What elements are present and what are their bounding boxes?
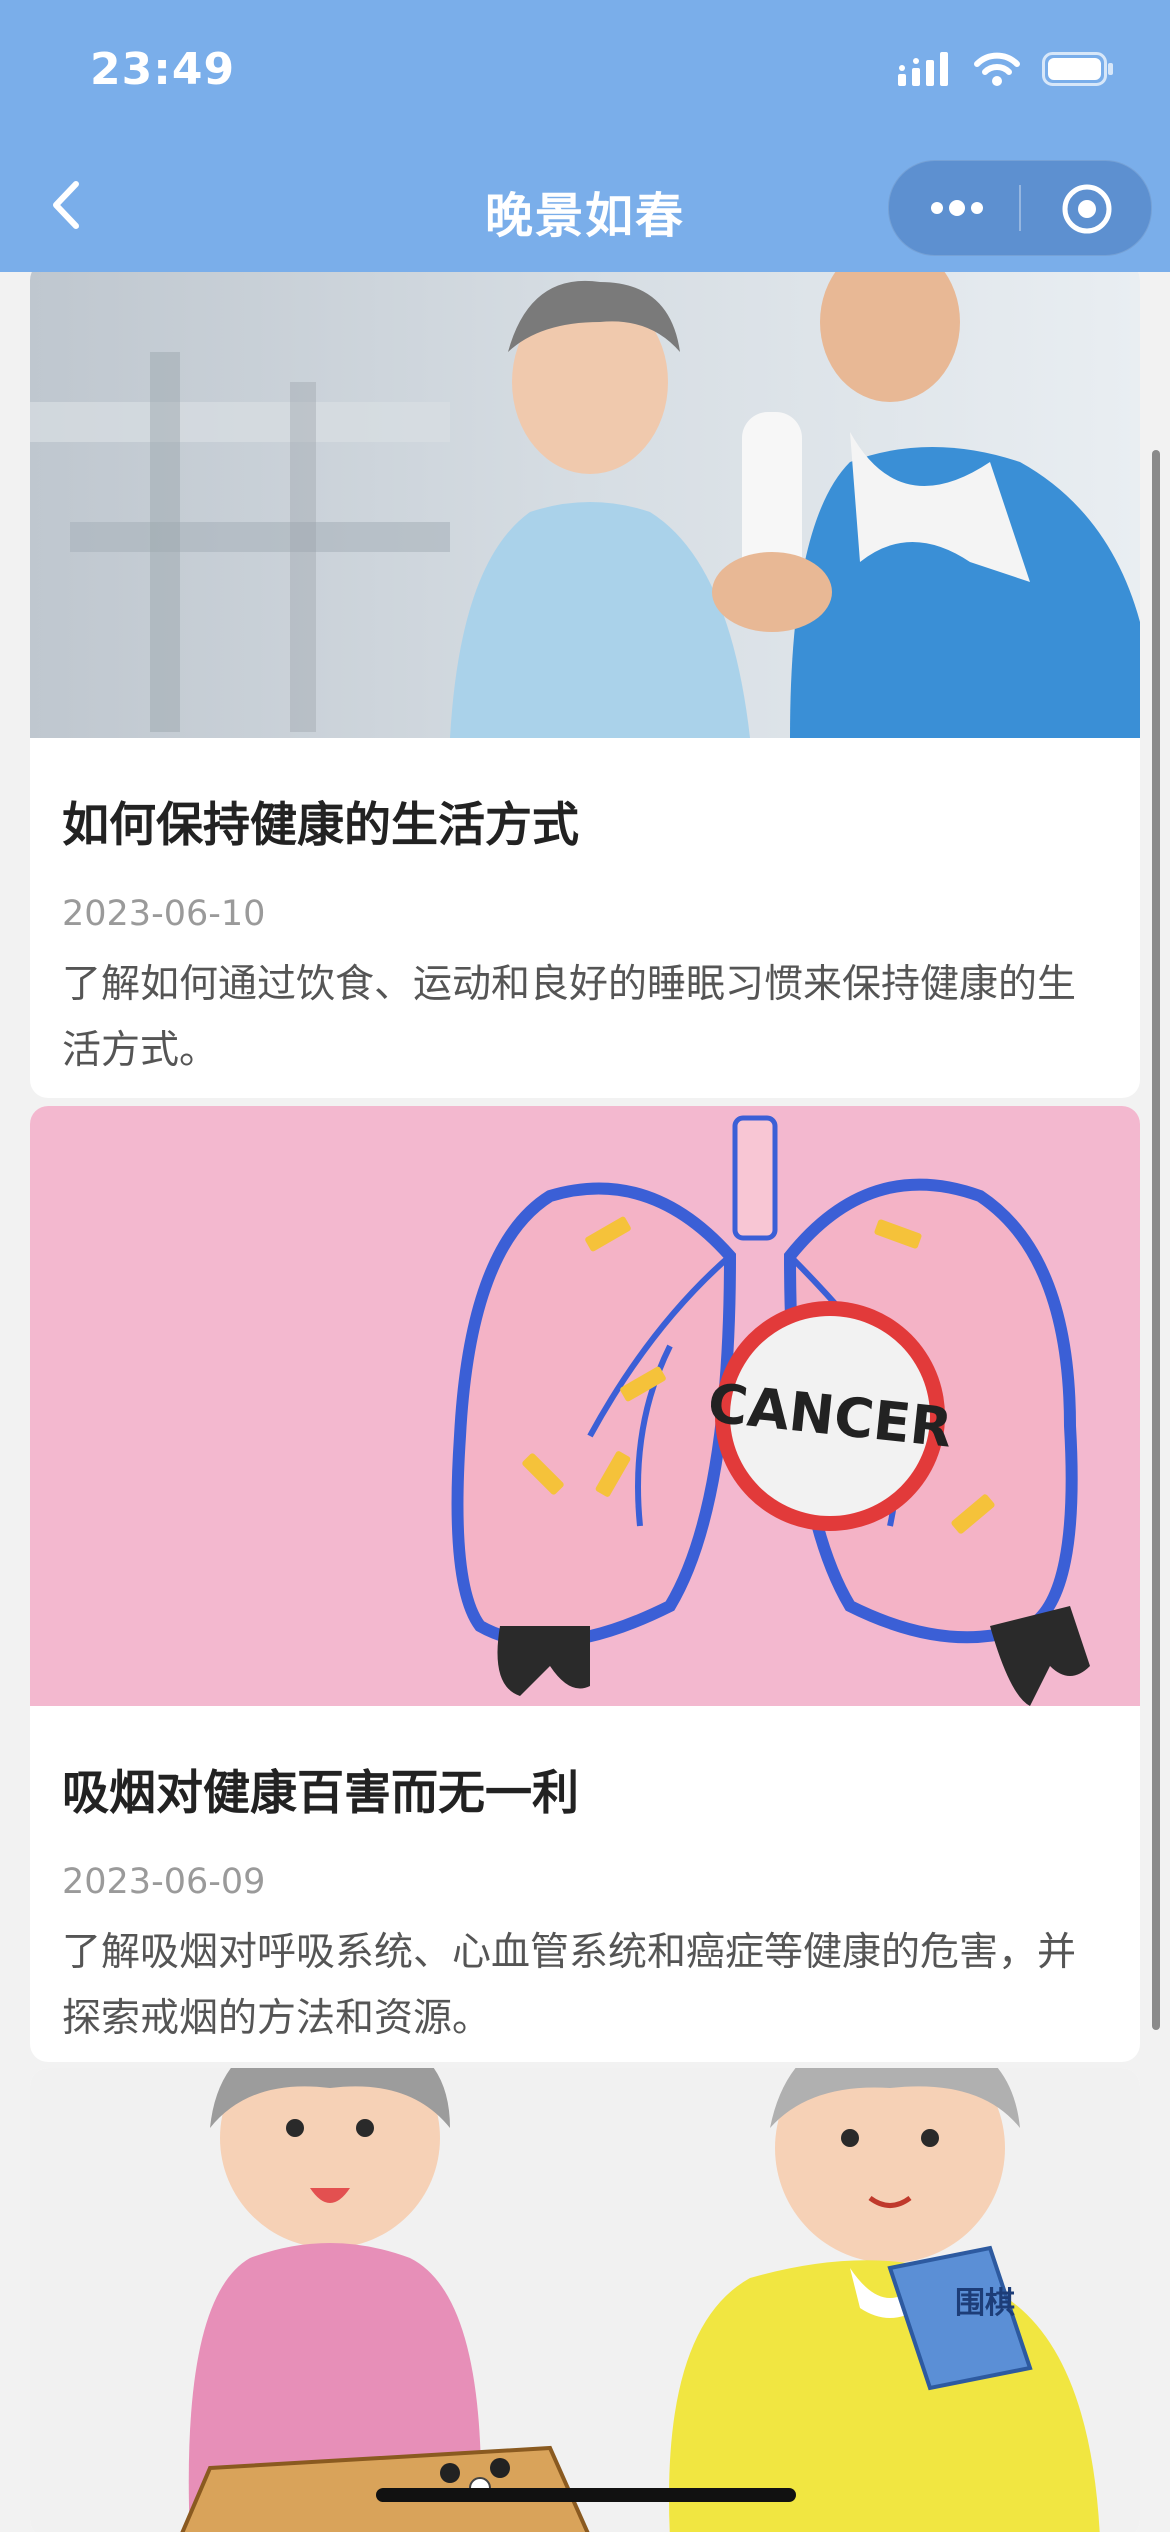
more-dots-icon[interactable] [927, 191, 987, 225]
top-bar: 23:49 晚景如春 [0, 0, 1170, 272]
home-indicator[interactable] [376, 2488, 796, 2502]
elderly-playing-go-image: 围棋 [30, 2068, 1140, 2532]
battery-icon [1042, 52, 1113, 86]
article-card[interactable]: 如何保持健康的生活方式 2023-06-10 了解如何通过饮食、运动和良好的睡眠… [30, 272, 1140, 1098]
article-card[interactable]: CANCER 吸烟对健康百害而无一利 2023-06-09 了解吸烟对呼吸系统、… [30, 1106, 1140, 2062]
article-title[interactable]: 如何保持健康的生活方式 [62, 786, 579, 855]
article-summary: 了解吸烟对呼吸系统、心血管系统和癌症等健康的危害，并探索戒烟的方法和资源。 [62, 1930, 1077, 2041]
target-close-icon[interactable] [1059, 181, 1115, 237]
article-date: 2023-06-10 [62, 894, 266, 934]
lungs-cancer-image: CANCER [30, 1106, 1140, 1706]
status-time: 23:49 [90, 44, 236, 95]
book-label: 围棋 [955, 2286, 1015, 2321]
wifi-icon [974, 52, 1020, 86]
capsule-divider [1019, 185, 1021, 231]
article-feed: 如何保持健康的生活方式 2023-06-10 了解如何通过饮食、运动和良好的睡眠… [0, 272, 1170, 2532]
status-icons [898, 52, 1114, 86]
article-summary: 了解如何通过饮食、运动和良好的睡眠习惯来保持健康的生活方式。 [62, 962, 1077, 1073]
scrollbar[interactable] [1152, 450, 1160, 2030]
mini-program-capsule [888, 160, 1152, 256]
article-title[interactable]: 吸烟对健康百害而无一利 [62, 1754, 579, 1823]
article-card[interactable]: 围棋 [30, 2068, 1140, 2532]
article-date: 2023-06-09 [62, 1862, 266, 1902]
elderly-couple-fitness-image [30, 272, 1140, 738]
cellular-signal-icon [898, 52, 948, 86]
